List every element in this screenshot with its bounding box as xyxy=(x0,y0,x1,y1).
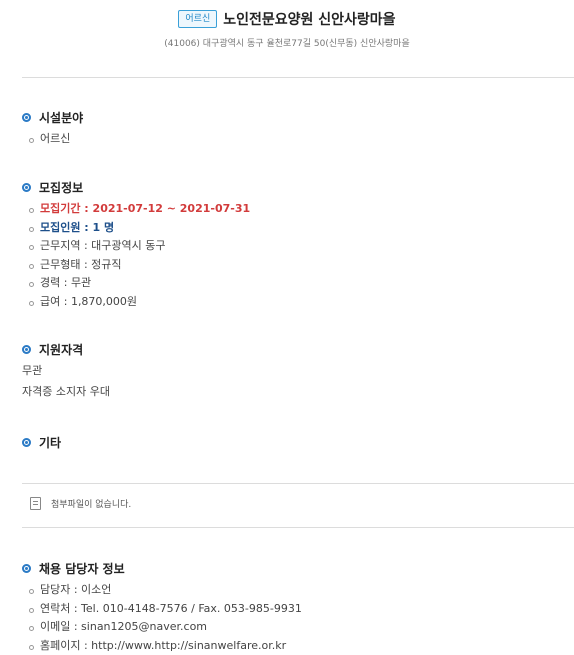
section-bullet-icon xyxy=(22,437,31,447)
attachment-area: 첨부파일이 없습니다. xyxy=(30,497,131,510)
section-bullet-icon xyxy=(22,344,31,354)
career: 경력 : 무관 xyxy=(22,274,574,293)
field-list: 어르신 xyxy=(22,130,574,149)
contact-homepage[interactable]: 홈페이지 : http://www.http://sinanwelfare.or… xyxy=(22,637,574,655)
section-header: 시설분야 xyxy=(22,108,574,126)
recruit-headcount: 모집인원 : 1 명 xyxy=(22,219,574,238)
section-title: 모집정보 xyxy=(39,180,84,195)
facility-address: (41006) 대구광역시 동구 율천로77길 50(신무동) 신안사랑마을 xyxy=(164,39,410,49)
qualification-body: 무관 자격증 소지자 우대 xyxy=(22,360,574,402)
section-title: 지원자격 xyxy=(39,342,84,357)
divider xyxy=(22,527,574,528)
contact-list: 담당자 : 이소언 연락처 : Tel. 010-4148-7576 / Fax… xyxy=(22,581,574,655)
section-header: 기타 xyxy=(22,433,574,451)
section-bullet-icon xyxy=(22,563,31,573)
section-etc: 기타 xyxy=(22,433,574,451)
recruit-headcount-text: 모집인원 : 1 명 xyxy=(40,220,115,234)
section-title: 시설분야 xyxy=(39,110,84,125)
divider xyxy=(22,483,574,484)
recruit-period: 모집기간 : 2021-07-12 ~ 2021-07-31 xyxy=(22,200,574,219)
section-title: 채용 담당자 정보 xyxy=(39,561,125,576)
list-item: 어르신 xyxy=(22,130,574,149)
salary: 급여 : 1,870,000원 xyxy=(22,293,574,312)
recruit-list: 모집기간 : 2021-07-12 ~ 2021-07-31 모집인원 : 1 … xyxy=(22,200,574,312)
section-recruit: 모집정보 모집기간 : 2021-07-12 ~ 2021-07-31 모집인원… xyxy=(22,178,574,312)
section-bullet-icon xyxy=(22,112,31,122)
section-title: 기타 xyxy=(39,435,62,450)
contact-phone: 연락처 : Tel. 010-4148-7576 / Fax. 053-985-… xyxy=(22,600,574,619)
qualification-line: 자격증 소지자 우대 xyxy=(22,385,110,398)
section-bullet-icon xyxy=(22,182,31,192)
facility-title: 노인전문요양원 신안사랑마을 xyxy=(223,12,396,28)
job-posting-page: 어르신 노인전문요양원 신안사랑마을 (41006) 대구광역시 동구 율천로7… xyxy=(0,0,574,655)
contact-email[interactable]: 이메일 : sinan1205@naver.com xyxy=(22,618,574,637)
file-icon xyxy=(30,497,41,510)
work-type: 근무형태 : 정규직 xyxy=(22,256,574,275)
recruit-period-text: 모집기간 : 2021-07-12 ~ 2021-07-31 xyxy=(40,202,251,215)
divider xyxy=(22,77,574,78)
contact-manager: 담당자 : 이소언 xyxy=(22,581,574,600)
section-header: 모집정보 xyxy=(22,178,574,196)
title-row: 어르신 노인전문요양원 신안사랑마을 xyxy=(0,8,574,30)
section-qualification: 지원자격 무관 자격증 소지자 우대 xyxy=(22,340,574,402)
section-field: 시설분야 어르신 xyxy=(22,108,574,149)
section-contact: 채용 담당자 정보 담당자 : 이소언 연락처 : Tel. 010-4148-… xyxy=(22,559,574,655)
section-header: 지원자격 xyxy=(22,340,574,358)
qualification-line: 무관 xyxy=(22,364,43,377)
work-region: 근무지역 : 대구광역시 동구 xyxy=(22,237,574,256)
attachment-text: 첨부파일이 없습니다. xyxy=(51,500,132,510)
posting-header: 어르신 노인전문요양원 신안사랑마을 (41006) 대구광역시 동구 율천로7… xyxy=(0,0,574,49)
section-header: 채용 담당자 정보 xyxy=(22,559,574,577)
category-badge: 어르신 xyxy=(178,10,218,28)
